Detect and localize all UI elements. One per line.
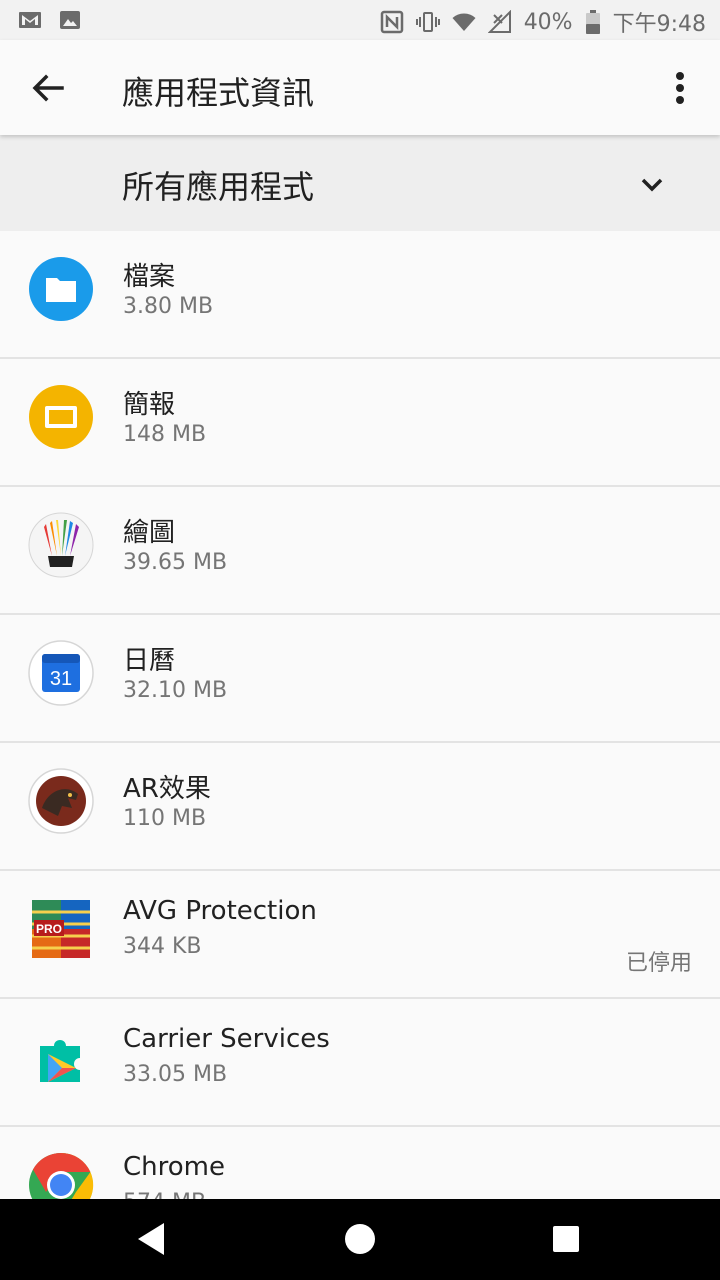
back-nav-icon[interactable] xyxy=(132,1219,172,1259)
page-title: 應用程式資訊 xyxy=(122,74,315,112)
vibrate-icon xyxy=(415,12,440,32)
battery-icon xyxy=(585,10,600,34)
app-name: Carrier Services xyxy=(123,1024,330,1054)
app-size: 3.80 MB xyxy=(123,294,214,319)
navigation-bar xyxy=(0,1199,720,1280)
pro-badge-text: PRO xyxy=(36,922,62,936)
app-name: AVG Protection xyxy=(123,896,317,926)
app-row-drawing[interactable]: 繪圖 39.65 MB xyxy=(0,487,720,615)
app-name: 繪圖 xyxy=(123,518,176,548)
app-status: 已停用 xyxy=(625,951,692,976)
app-row-ar-effects[interactable]: AR效果 110 MB xyxy=(0,743,720,871)
gmail-icon xyxy=(19,12,41,28)
app-size: 110 MB xyxy=(123,806,207,831)
app-size: 32.10 MB xyxy=(123,678,228,703)
app-size: 33.05 MB xyxy=(123,1062,228,1087)
calendar-day-text: 31 xyxy=(50,668,72,690)
photo-icon xyxy=(60,11,80,29)
app-row-chrome[interactable]: Chrome 574 MB xyxy=(0,1127,720,1199)
app-list: 檔案 3.80 MB 簡報 148 MB 繪圖 39.65 MB 31 日曆 3… xyxy=(0,231,720,1199)
app-bar: 應用程式資訊 xyxy=(0,40,720,135)
app-row-files[interactable]: 檔案 3.80 MB xyxy=(0,231,720,359)
clock: 下午9:48 xyxy=(612,12,706,37)
app-name: 日曆 xyxy=(123,646,176,676)
chevron-down-icon xyxy=(641,178,663,192)
ar-effects-app-icon xyxy=(28,768,94,834)
app-name: 簡報 xyxy=(123,390,176,420)
app-row-calendar[interactable]: 31 日曆 32.10 MB xyxy=(0,615,720,743)
back-arrow-icon[interactable] xyxy=(24,64,72,112)
app-size: 574 MB xyxy=(123,1190,206,1199)
calendar-app-icon: 31 xyxy=(28,640,94,706)
app-filter-dropdown[interactable]: 所有應用程式 xyxy=(0,135,720,231)
signal-icon xyxy=(487,10,511,33)
app-name: Chrome xyxy=(123,1152,225,1182)
more-options-icon[interactable] xyxy=(660,66,700,110)
wifi-icon xyxy=(452,13,476,31)
app-size: 344 KB xyxy=(123,934,202,959)
chrome-app-icon xyxy=(29,1152,94,1199)
carrier-services-app-icon xyxy=(40,1040,80,1082)
filter-label: 所有應用程式 xyxy=(122,168,315,206)
drawing-app-icon xyxy=(28,512,94,578)
files-app-icon xyxy=(29,257,93,321)
app-row-avg-protection[interactable]: PRO AVG Protection 344 KB 已停用 xyxy=(0,871,720,999)
battery-percentage: 40% xyxy=(523,9,573,35)
avg-protection-app-icon: PRO xyxy=(32,900,90,958)
app-size: 148 MB xyxy=(123,422,207,447)
recents-nav-icon[interactable] xyxy=(546,1219,586,1259)
app-name: AR效果 xyxy=(123,774,211,804)
app-size: 39.65 MB xyxy=(123,550,228,575)
home-nav-icon[interactable] xyxy=(340,1219,380,1259)
slides-app-icon xyxy=(29,385,93,449)
app-name: 檔案 xyxy=(123,262,176,292)
nfc-icon xyxy=(380,10,403,34)
app-row-slides[interactable]: 簡報 148 MB xyxy=(0,359,720,487)
status-bar: 40% 下午9:48 xyxy=(0,0,720,40)
app-row-carrier-services[interactable]: Carrier Services 33.05 MB xyxy=(0,999,720,1127)
